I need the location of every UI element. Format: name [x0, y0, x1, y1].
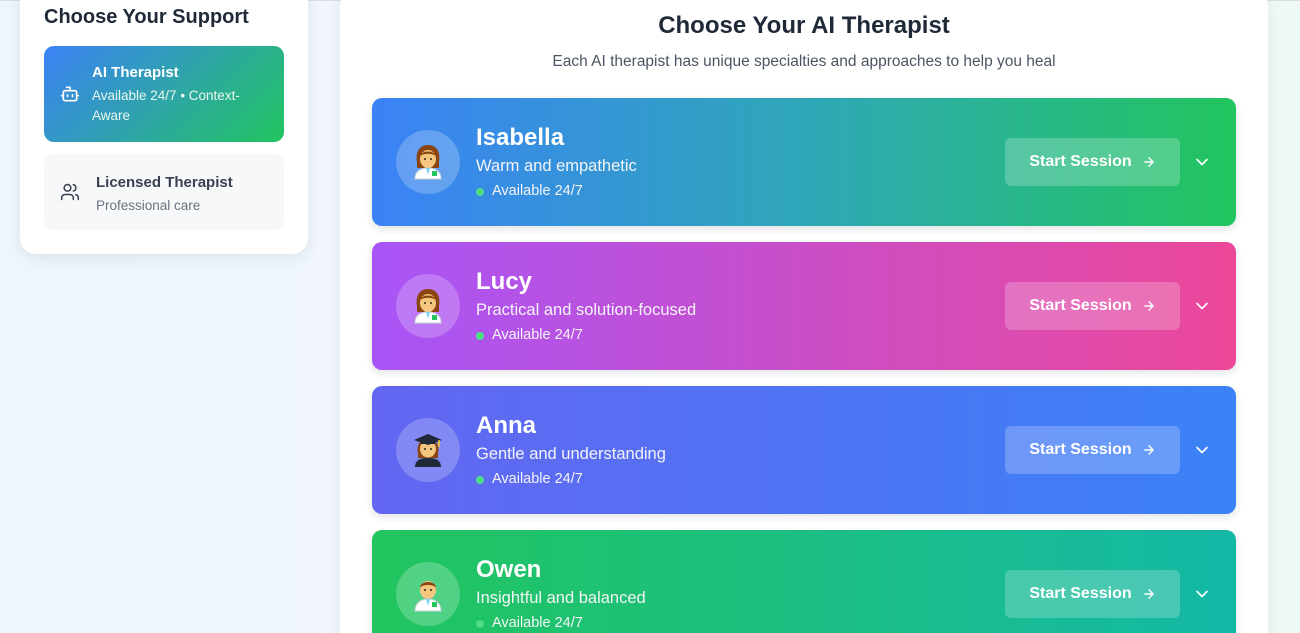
therapist-card[interactable]: Anna Gentle and understanding Available … — [372, 386, 1236, 514]
start-session-label: Start Session — [1029, 585, 1132, 602]
avatar — [396, 130, 460, 194]
therapist-description: Gentle and understanding — [476, 445, 666, 463]
therapist-card[interactable]: Owen Insightful and balanced Available 2… — [372, 530, 1236, 633]
availability-status: Available 24/7 — [492, 183, 583, 199]
availability-status: Available 24/7 — [492, 327, 583, 343]
availability-status: Available 24/7 — [492, 615, 583, 631]
status-dot-icon — [476, 620, 484, 628]
page-subtitle: Each AI therapist has unique specialties… — [552, 53, 1056, 70]
support-sidebar: Choose Your Support AI Therapist Availab… — [20, 0, 308, 254]
bot-icon — [60, 86, 80, 102]
therapist-name: Isabella — [476, 124, 565, 151]
support-option-licensed-therapist[interactable]: Licensed Therapist Professional care — [44, 154, 284, 230]
therapist-description: Warm and empathetic — [476, 157, 637, 175]
avatar — [396, 562, 460, 626]
support-option-subtitle: Available 24/7 • Context-Aware — [92, 88, 240, 123]
therapist-card[interactable]: Isabella Warm and empathetic Available 2… — [372, 98, 1236, 226]
page-title: Choose Your AI Therapist — [658, 12, 950, 39]
chevron-down-icon[interactable] — [1192, 152, 1212, 172]
support-option-title: AI Therapist — [92, 64, 179, 81]
start-session-button[interactable]: Start Session — [1005, 138, 1180, 186]
avatar — [396, 274, 460, 338]
woman-health-worker-emoji — [414, 145, 442, 180]
start-session-label: Start Session — [1029, 297, 1132, 314]
therapist-name: Anna — [476, 412, 536, 439]
woman-health-worker-emoji — [414, 289, 442, 324]
arrow-right-icon — [1143, 589, 1154, 599]
support-option-ai-therapist[interactable]: AI Therapist Available 24/7 • Context-Aw… — [44, 46, 284, 142]
start-session-button[interactable]: Start Session — [1005, 282, 1180, 330]
chevron-down-icon[interactable] — [1192, 584, 1212, 604]
arrow-right-icon — [1143, 157, 1154, 167]
therapist-name: Owen — [476, 556, 542, 583]
chevron-down-icon[interactable] — [1192, 296, 1212, 316]
support-option-subtitle: Professional care — [96, 198, 201, 213]
sidebar-title: Choose Your Support — [44, 6, 249, 28]
arrow-right-icon — [1143, 301, 1154, 311]
start-session-button[interactable]: Start Session — [1005, 570, 1180, 618]
therapist-description: Insightful and balanced — [476, 589, 646, 607]
therapist-name: Lucy — [476, 268, 533, 295]
therapist-description: Practical and solution-focused — [476, 301, 697, 319]
man-health-worker-emoji — [414, 581, 442, 612]
status-dot-icon — [476, 332, 484, 340]
woman-graduate-emoji — [414, 434, 442, 467]
arrow-right-icon — [1143, 445, 1154, 455]
start-session-label: Start Session — [1029, 441, 1132, 458]
therapist-card[interactable]: Lucy Practical and solution-focused Avai… — [372, 242, 1236, 370]
users-icon — [60, 183, 80, 201]
avatar — [396, 418, 460, 482]
support-option-title: Licensed Therapist — [96, 174, 233, 191]
start-session-button[interactable]: Start Session — [1005, 426, 1180, 474]
status-dot-icon — [476, 476, 484, 484]
start-session-label: Start Session — [1029, 153, 1132, 170]
status-dot-icon — [476, 188, 484, 196]
availability-status: Available 24/7 — [492, 471, 583, 487]
chevron-down-icon[interactable] — [1192, 440, 1212, 460]
